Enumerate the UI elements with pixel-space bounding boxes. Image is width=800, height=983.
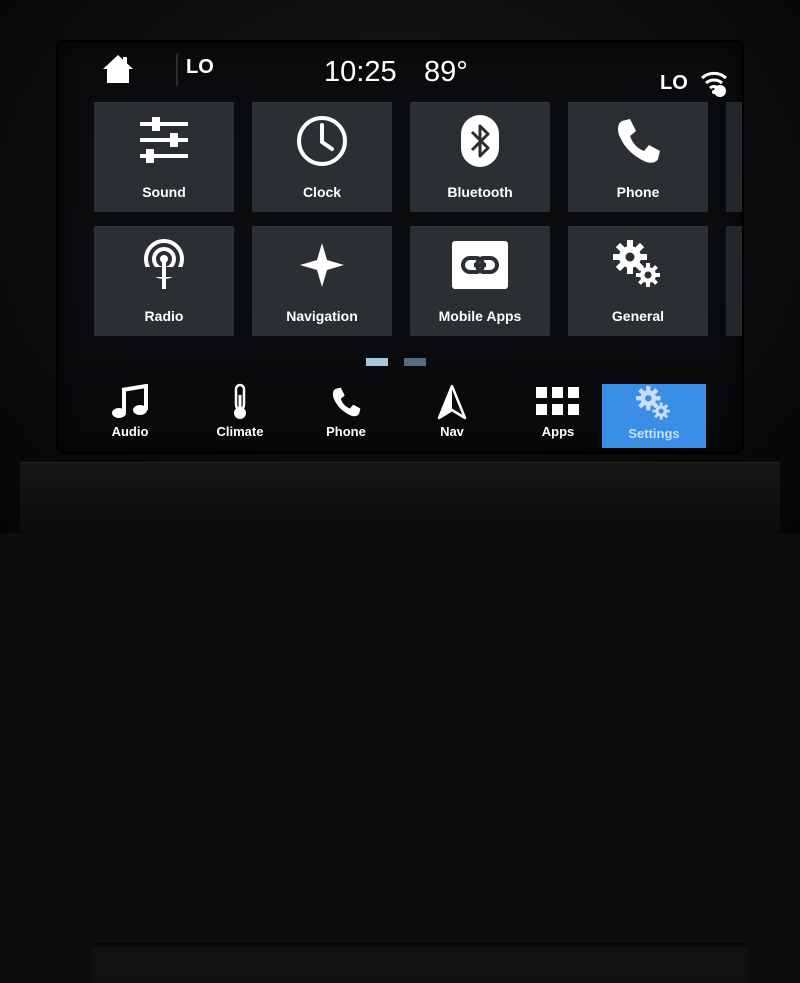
tile-label: Sound <box>142 184 186 200</box>
tile-radio[interactable]: Radio <box>94 226 234 336</box>
phone-icon <box>332 387 361 417</box>
thermometer-icon <box>234 383 246 419</box>
radio-icon <box>144 239 184 289</box>
dock-label: Audio <box>111 424 149 439</box>
wifi-icon <box>701 71 727 97</box>
tile-label: Clock <box>302 184 342 200</box>
link-icon <box>452 241 508 289</box>
tile-label: Phone <box>616 184 660 200</box>
page-indicator-1[interactable] <box>366 358 388 366</box>
gears-icon <box>636 386 670 420</box>
bezel-lower-trim <box>20 462 780 983</box>
tile-label: Radio <box>144 308 184 324</box>
clock-icon <box>297 116 347 166</box>
tile-phone[interactable]: Phone <box>568 102 708 212</box>
tile-general[interactable]: General <box>568 226 708 336</box>
tile-navigation[interactable]: Navigation <box>252 226 392 336</box>
page-indicator-2[interactable] <box>404 358 426 366</box>
navigation-arrow-icon <box>437 384 467 420</box>
tile-label: Mobile Apps <box>438 308 522 324</box>
touchscreen: LO 10:25 89° LO Sound Clock Bluetooth Ph… <box>58 42 742 452</box>
next-page-peek <box>726 102 742 212</box>
dock-audio[interactable]: Audio <box>78 382 182 446</box>
music-note-icon <box>112 384 148 418</box>
dock-apps[interactable]: Apps <box>506 382 610 446</box>
dock-label: Climate <box>216 424 264 439</box>
next-page-peek <box>726 226 742 336</box>
bottom-dock: Audio Climate Phone Nav Apps Settings <box>74 372 726 450</box>
dock-label: Phone <box>326 424 366 439</box>
bezel-slot <box>90 943 750 983</box>
phone-icon <box>618 119 660 163</box>
star-navigation-icon <box>300 243 344 287</box>
sliders-icon <box>140 117 188 163</box>
home-button[interactable] <box>100 52 136 86</box>
gears-icon <box>613 240 660 287</box>
tile-bluetooth[interactable]: Bluetooth <box>410 102 550 212</box>
left-climate-setpoint[interactable]: LO <box>186 56 214 79</box>
outside-temperature: 89° <box>424 56 468 88</box>
dock-settings[interactable]: Settings <box>602 384 706 448</box>
dock-nav[interactable]: Nav <box>400 382 504 446</box>
dock-label: Apps <box>541 424 575 439</box>
bluetooth-icon <box>461 115 499 167</box>
dock-climate[interactable]: Climate <box>188 382 292 446</box>
dock-phone[interactable]: Phone <box>294 382 398 446</box>
dock-label: Nav <box>440 424 464 439</box>
tile-sound[interactable]: Sound <box>94 102 234 212</box>
status-separator <box>176 54 178 86</box>
tile-clock[interactable]: Clock <box>252 102 392 212</box>
dock-label: Settings <box>628 426 680 441</box>
tile-label: Navigation <box>286 308 358 324</box>
tile-label: General <box>611 308 665 324</box>
tile-label: Bluetooth <box>447 184 513 200</box>
right-climate-setpoint[interactable]: LO <box>660 72 688 95</box>
tile-mobile-apps[interactable]: Mobile Apps <box>410 226 550 336</box>
home-icon <box>103 55 133 83</box>
status-bar: LO 10:25 89° LO <box>58 42 742 98</box>
clock-time: 10:25 <box>324 56 397 88</box>
grid-apps-icon <box>536 387 579 415</box>
